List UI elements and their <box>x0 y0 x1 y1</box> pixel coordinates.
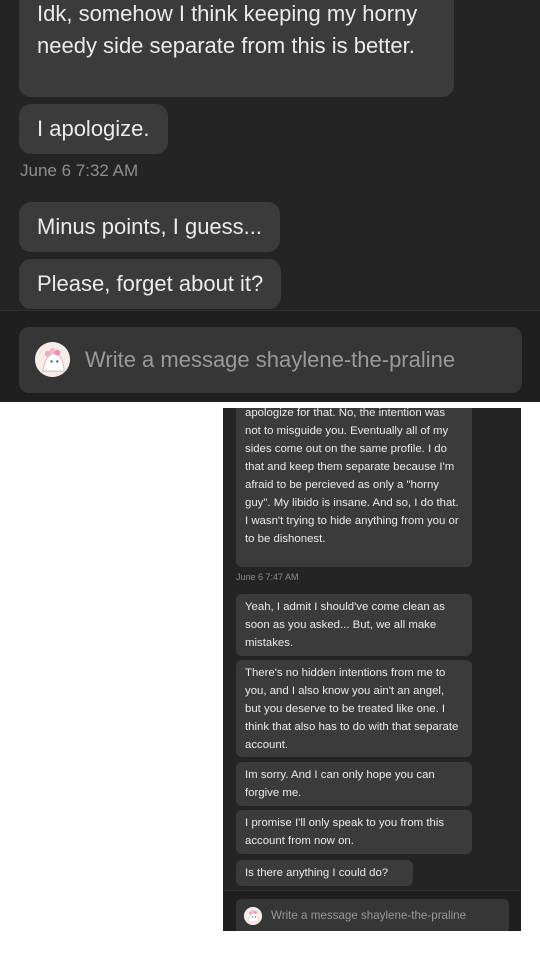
avatar <box>244 907 262 925</box>
message-thread: Idk, somehow I think keeping my horny ne… <box>0 0 540 310</box>
message-bubble: Please, forget about it? <box>19 259 282 309</box>
message-timestamp: June 6 7:47 AM <box>236 572 299 582</box>
message-bubble: Is there anything I could do? <box>236 860 413 886</box>
message-bubble: Idk, somehow I think keeping my horny ne… <box>19 0 454 97</box>
message-bubble: There's no hidden intentions from me to … <box>236 660 472 757</box>
message-bubble: Minus points, I guess... <box>19 202 280 252</box>
message-input[interactable]: Write a message shaylene-the-praline <box>85 346 455 374</box>
message-input[interactable]: Write a message shaylene-the-praline <box>271 909 466 923</box>
message-bubble: apologize for that. No, the intention wa… <box>236 408 472 567</box>
message-bubble: Yeah, I admit I should've come clean as … <box>236 594 472 656</box>
avatar <box>35 342 70 377</box>
message-timestamp: June 6 7:32 AM <box>20 161 139 180</box>
pink-character-avatar-icon <box>244 907 262 925</box>
message-bubble: I promise I'll only speak to you from th… <box>236 810 472 854</box>
message-bubble: I apologize. <box>19 104 168 154</box>
pink-character-avatar-icon <box>35 342 70 377</box>
chat-screenshot-bottom: apologize for that. No, the intention wa… <box>223 408 521 931</box>
chat-screenshot-top: Idk, somehow I think keeping my horny ne… <box>0 0 540 402</box>
message-bubble: Im sorry. And I can only hope you can fo… <box>236 762 472 806</box>
message-composer[interactable]: Write a message shaylene-the-praline <box>236 899 509 931</box>
message-composer[interactable]: Write a message shaylene-the-praline <box>19 327 522 393</box>
